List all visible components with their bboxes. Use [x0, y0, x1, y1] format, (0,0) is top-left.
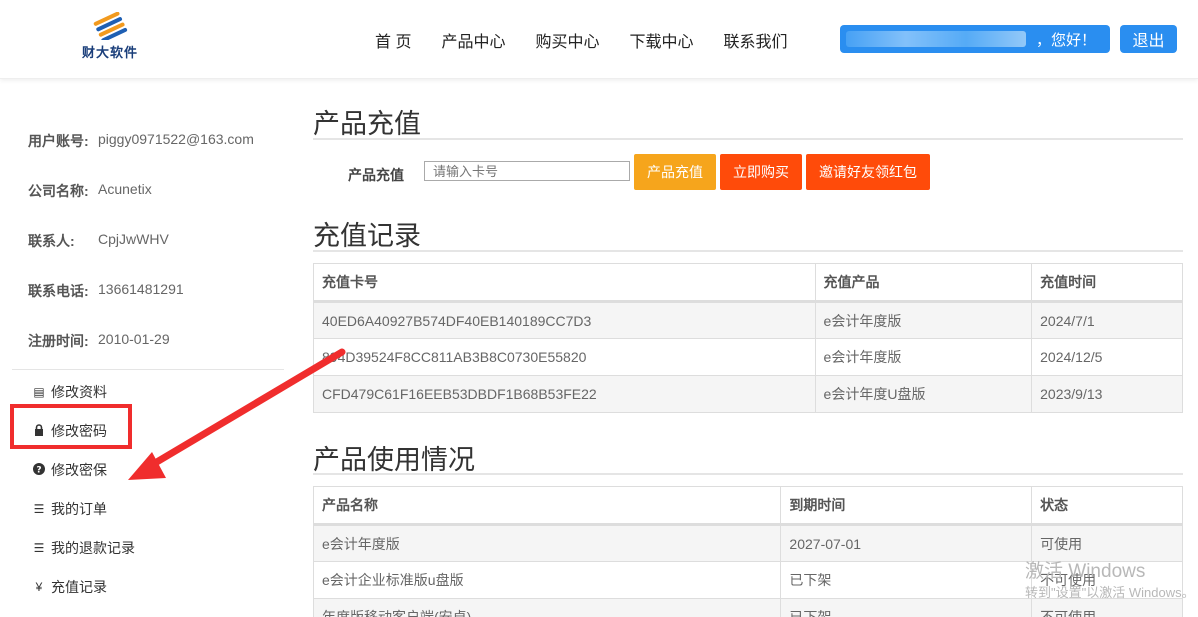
profile-card-icon: ▤ — [33, 385, 45, 399]
company-label: 公司名称: — [28, 183, 89, 199]
buy-now-button[interactable]: 立即购买 — [720, 154, 802, 190]
register-row: 注册时间: 2010-01-29 — [28, 331, 170, 351]
nav-home[interactable]: 首 页 — [375, 28, 411, 52]
title-divider — [313, 138, 1183, 140]
contact-row: 联系人: CpjJwWHV — [28, 231, 169, 251]
logo-icon — [93, 12, 128, 40]
table-row: 40ED6A40927B574DF40EB140189CC7D3 e会计年度版 … — [313, 301, 1183, 339]
title-divider — [313, 250, 1183, 252]
question-circle-icon: ? — [32, 462, 46, 478]
table-cell: 2027-07-01 — [780, 524, 1033, 562]
brand-logo[interactable]: 财大软件 — [78, 12, 142, 64]
account-row: 用户账号: piggy0971522@163.com — [28, 131, 254, 151]
phone-value: 13661481291 — [98, 281, 184, 297]
menu-refund-records[interactable]: ☰ 我的退款记录 — [32, 538, 135, 558]
table-header: 状态 — [1031, 486, 1183, 526]
table-header: 充值卡号 — [313, 263, 816, 303]
table-header: 到期时间 — [780, 486, 1033, 526]
table-header: 产品名称 — [312, 486, 782, 526]
account-label: 用户账号: — [28, 133, 89, 149]
menu-edit-profile[interactable]: ▤ 修改资料 — [32, 382, 107, 402]
logout-button[interactable]: 退出 — [1120, 25, 1177, 53]
table-row: 894D39524F8CC811AB3B8C0730E55820 e会计年度版 … — [313, 338, 1183, 376]
table-cell: 894D39524F8CC811AB3B8C0730E55820 — [313, 338, 816, 376]
recharge-title: 产品充值 — [313, 109, 421, 139]
account-value: piggy0971522@163.com — [98, 131, 254, 147]
table-row: CFD479C61F16EEB53DBDF1B68B53FE22 e会计年度U盘… — [313, 375, 1183, 413]
svg-text:?: ? — [36, 465, 41, 475]
table-cell: 年度版移动客户端(安卓) — [312, 598, 782, 617]
table-header: 充值产品 — [814, 263, 1033, 303]
table-cell: CFD479C61F16EEB53DBDF1B68B53FE22 — [313, 375, 816, 413]
table-cell: 不可使用 — [1031, 598, 1183, 617]
company-value: Acunetix — [98, 181, 152, 197]
table-cell: 2024/12/5 — [1031, 338, 1183, 376]
sidebar: 用户账号: piggy0971522@163.com 公司名称: Acuneti… — [0, 80, 290, 617]
menu-my-orders[interactable]: ☰ 我的订单 — [32, 499, 107, 519]
annotation-highlight-box — [10, 404, 132, 449]
windows-activation-hint: 转到"设置"以激活 Windows。 — [1025, 585, 1195, 600]
menu-label: 我的退款记录 — [51, 540, 135, 556]
menu-label: 我的订单 — [51, 501, 107, 517]
register-value: 2010-01-29 — [98, 331, 170, 347]
nav-purchase[interactable]: 购买中心 — [535, 28, 599, 52]
table-header: 充值时间 — [1031, 263, 1183, 303]
table-row: 年度版移动客户端(安卓) 已下架 不可使用 — [312, 598, 1183, 617]
company-row: 公司名称: Acunetix — [28, 181, 152, 201]
recharge-records-table: 充值卡号 充值产品 充值时间 40ED6A40927B574DF40EB1401… — [313, 263, 1183, 413]
table-cell: 已下架 — [780, 598, 1033, 617]
contact-value: CpjJwWHV — [98, 231, 169, 247]
table-cell: e会计年度版 — [814, 338, 1033, 376]
yen-icon: ¥ — [35, 580, 43, 594]
main-nav: 首 页 产品中心 购买中心 下载中心 联系我们 — [375, 28, 818, 52]
nav-download[interactable]: 下载中心 — [629, 28, 693, 52]
records-title: 充值记录 — [313, 221, 421, 251]
card-number-input[interactable] — [424, 161, 630, 181]
logo-text: 财大软件 — [81, 45, 138, 60]
title-divider — [313, 473, 1183, 475]
usage-title: 产品使用情况 — [313, 445, 475, 475]
menu-security-question[interactable]: ? 修改密保 — [32, 460, 107, 480]
table-cell: e会计年度版 — [312, 524, 782, 562]
table-cell: e会计企业标准版u盘版 — [312, 561, 782, 599]
phone-row: 联系电话: 13661481291 — [28, 281, 184, 301]
welcome-badge: ，您好！ — [840, 25, 1110, 53]
menu-label: 充值记录 — [51, 579, 107, 595]
table-cell: 2024/7/1 — [1031, 301, 1183, 339]
recharge-button[interactable]: 产品充值 — [634, 154, 716, 190]
menu-recharge-records[interactable]: ¥ 充值记录 — [32, 577, 107, 597]
invite-friends-button[interactable]: 邀请好友领红包 — [806, 154, 930, 190]
table-cell: 已下架 — [780, 561, 1033, 599]
list-icon: ☰ — [33, 541, 45, 555]
greeting-text: ，您好！ — [1035, 31, 1096, 49]
contact-label: 联系人: — [28, 233, 75, 249]
sidebar-divider — [12, 369, 284, 370]
menu-label: 修改资料 — [51, 384, 107, 400]
list-icon: ☰ — [33, 502, 45, 516]
windows-activation-watermark: 激活 Windows — [1025, 561, 1146, 582]
top-header: 财大软件 首 页 产品中心 购买中心 下载中心 联系我们 ，您好！ 退出 — [0, 0, 1198, 79]
table-cell: 2023/9/13 — [1031, 375, 1183, 413]
table-cell: e会计年度版 — [814, 301, 1033, 339]
phone-label: 联系电话: — [28, 283, 89, 299]
recharge-field-label: 产品充值 — [348, 167, 404, 183]
nav-products[interactable]: 产品中心 — [441, 28, 505, 52]
nav-contact[interactable]: 联系我们 — [724, 28, 788, 52]
table-cell: 40ED6A40927B574DF40EB140189CC7D3 — [313, 301, 816, 339]
menu-label: 修改密保 — [51, 462, 107, 478]
table-cell: e会计年度U盘版 — [814, 375, 1033, 413]
register-label: 注册时间: — [28, 333, 89, 349]
redacted-username — [846, 31, 1026, 47]
